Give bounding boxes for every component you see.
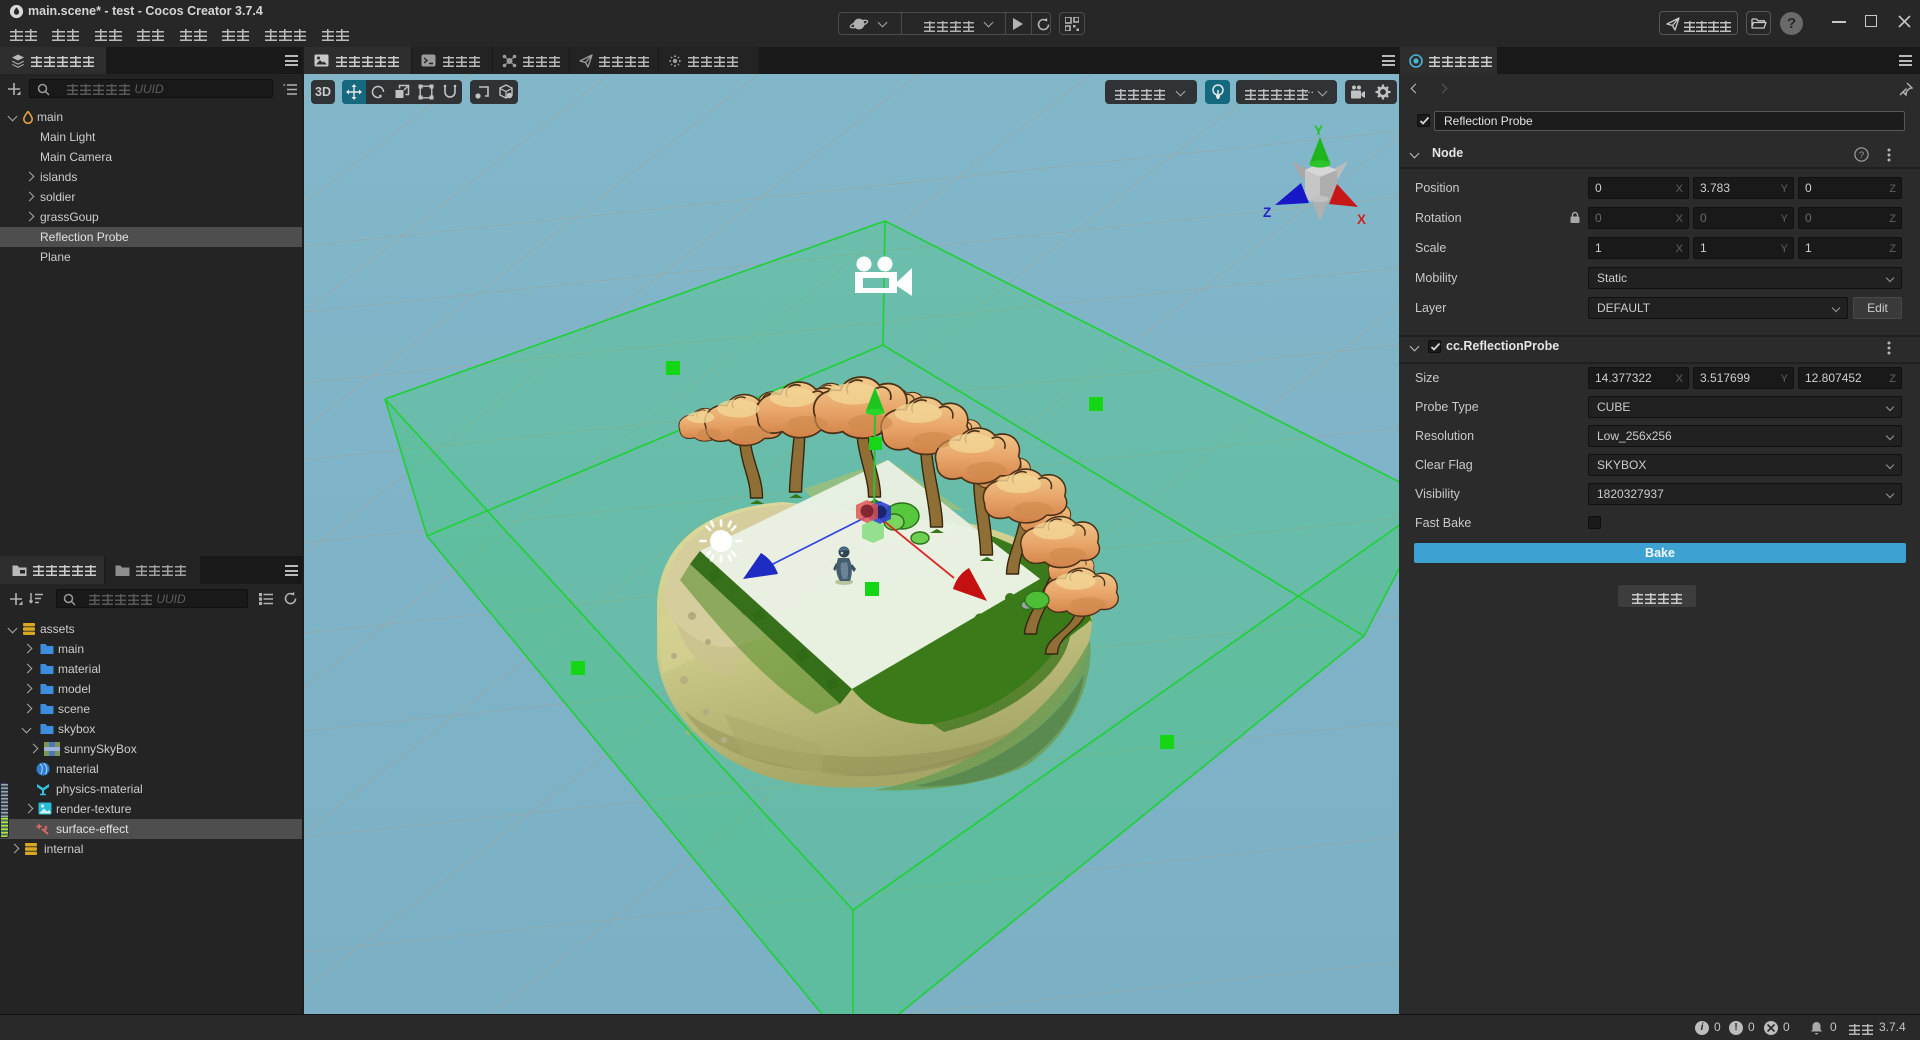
svg-text:Z: Z xyxy=(1263,205,1271,220)
svg-text:X: X xyxy=(1357,212,1366,227)
svg-text:Y: Y xyxy=(1314,123,1323,138)
svg-text:?: ? xyxy=(1859,150,1864,161)
